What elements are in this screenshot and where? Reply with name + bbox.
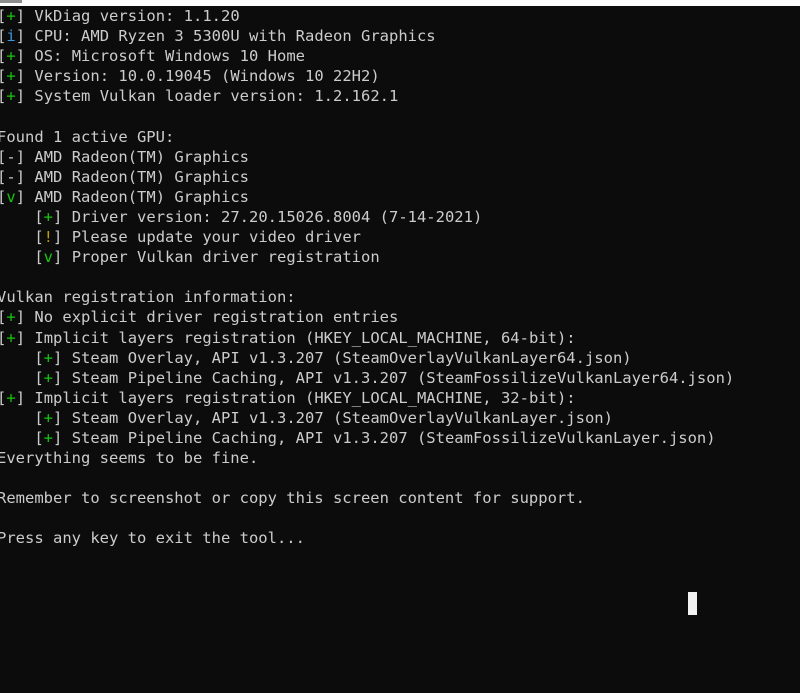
console-line-text: Proper Vulkan driver registration xyxy=(71,248,380,267)
status-glyph-neutral: - xyxy=(6,167,16,186)
console-line: [+] System Vulkan loader version: 1.2.16… xyxy=(0,86,800,106)
bracket-close: ] xyxy=(15,328,26,347)
console-line: [i] CPU: AMD Ryzen 3 5300U with Radeon G… xyxy=(0,26,800,46)
status-glyph-ok: + xyxy=(6,47,16,66)
bracket-open: [ xyxy=(34,228,44,247)
bracket-open: [ xyxy=(34,207,44,226)
console-line-text: AMD Radeon(TM) Graphics xyxy=(34,187,250,206)
console-line: Vulkan registration information: xyxy=(0,287,800,307)
bracket-close: ] xyxy=(15,167,26,186)
console-line: [-] AMD Radeon(TM) Graphics xyxy=(0,167,800,187)
status-glyph-ok: + xyxy=(6,328,16,347)
status-glyph-ok: + xyxy=(43,408,54,427)
status-glyph-ok: + xyxy=(6,7,16,25)
status-glyph-ok: + xyxy=(43,428,54,447)
console-line: [+] OS: Microsoft Windows 10 Home xyxy=(0,46,800,66)
console-line-text: AMD Radeon(TM) Graphics xyxy=(34,147,250,166)
bracket-close: ] xyxy=(15,147,26,166)
console-line: [+] Steam Pipeline Caching, API v1.3.207… xyxy=(0,428,800,448)
status-glyph-ok: v xyxy=(43,248,54,267)
console-line: [+] VkDiag version: 1.1.20 xyxy=(0,6,800,26)
console-line-text: Implicit layers registration (HKEY_LOCAL… xyxy=(34,388,576,407)
bracket-close: ] xyxy=(15,187,26,206)
console-line-text: VkDiag version: 1.1.20 xyxy=(34,7,240,25)
bracket-open: [ xyxy=(34,348,44,367)
console-line: [+] Driver version: 27.20.15026.8004 (7-… xyxy=(0,207,800,227)
console-output: [+] VkDiag version: 1.1.20[i] CPU: AMD R… xyxy=(0,6,800,549)
console-line-text: System Vulkan loader version: 1.2.162.1 xyxy=(34,87,399,106)
bracket-close: ] xyxy=(53,348,63,367)
bracket-open: [ xyxy=(34,408,44,427)
status-glyph-ok: + xyxy=(43,368,54,387)
console-line: [+] Steam Overlay, API v1.3.207 (SteamOv… xyxy=(0,408,800,428)
bracket-open: [ xyxy=(34,248,44,267)
console-line-text: Steam Pipeline Caching, API v1.3.207 (St… xyxy=(71,368,735,387)
bracket-close: ] xyxy=(15,308,26,327)
status-glyph-ok: + xyxy=(6,87,16,106)
console-line: [+] Steam Overlay, API v1.3.207 (SteamOv… xyxy=(0,348,800,368)
console-line-text: Please update your video driver xyxy=(71,228,361,247)
bracket-close: ] xyxy=(53,408,63,427)
console-line: Remember to screenshot or copy this scre… xyxy=(0,488,800,508)
status-glyph-ok: + xyxy=(43,348,54,367)
console-line-text: CPU: AMD Ryzen 3 5300U with Radeon Graph… xyxy=(34,27,436,46)
bracket-close: ] xyxy=(15,7,26,25)
console-line-text: OS: Microsoft Windows 10 Home xyxy=(34,47,305,66)
bracket-close: ] xyxy=(15,27,26,46)
console-line-text: Found 1 active GPU: xyxy=(0,127,175,146)
console-line-text: Version: 10.0.19045 (Windows 10 22H2) xyxy=(34,67,380,86)
status-glyph-ok: + xyxy=(6,388,16,407)
console-window[interactable]: [+] VkDiag version: 1.1.20[i] CPU: AMD R… xyxy=(0,0,800,693)
console-line: [+] Version: 10.0.19045 (Windows 10 22H2… xyxy=(0,66,800,86)
clipped-window-strip-accent xyxy=(0,0,22,3)
console-line: Press any key to exit the tool... xyxy=(0,528,800,548)
console-line-text: Driver version: 27.20.15026.8004 (7-14-2… xyxy=(71,207,483,226)
console-line: [v] Proper Vulkan driver registration xyxy=(0,247,800,267)
bracket-close: ] xyxy=(15,87,26,106)
console-line: Everything seems to be fine. xyxy=(0,448,800,468)
bracket-close: ] xyxy=(53,368,63,387)
bracket-close: ] xyxy=(53,228,63,247)
console-line: [-] AMD Radeon(TM) Graphics xyxy=(0,147,800,167)
bracket-close: ] xyxy=(15,388,26,407)
console-line: [+] Steam Pipeline Caching, API v1.3.207… xyxy=(0,368,800,388)
status-glyph-neutral: - xyxy=(6,147,16,166)
console-line-text: Steam Overlay, API v1.3.207 (SteamOverla… xyxy=(71,348,632,367)
status-glyph-ok: + xyxy=(6,67,16,86)
bracket-close: ] xyxy=(15,67,26,86)
bracket-close: ] xyxy=(53,428,63,447)
console-line: [+] Implicit layers registration (HKEY_L… xyxy=(0,388,800,408)
console-line: [v] AMD Radeon(TM) Graphics xyxy=(0,187,800,207)
status-glyph-warn: ! xyxy=(43,228,54,247)
bracket-close: ] xyxy=(53,248,63,267)
console-line-text: AMD Radeon(TM) Graphics xyxy=(34,167,250,186)
console-line-text: Everything seems to be fine. xyxy=(0,449,259,468)
console-line: [!] Please update your video driver xyxy=(0,227,800,247)
console-line-text: Remember to screenshot or copy this scre… xyxy=(0,489,585,508)
block-cursor xyxy=(688,592,697,615)
console-line-text: Steam Pipeline Caching, API v1.3.207 (St… xyxy=(71,428,716,447)
console-line-text: Implicit layers registration (HKEY_LOCAL… xyxy=(34,328,576,347)
console-line-text: Vulkan registration information: xyxy=(0,288,296,307)
bracket-close: ] xyxy=(53,207,63,226)
bracket-close: ] xyxy=(15,47,26,66)
console-line-text: Steam Overlay, API v1.3.207 (SteamOverla… xyxy=(71,408,613,427)
console-line: Found 1 active GPU: xyxy=(0,127,800,147)
console-line: [+] Implicit layers registration (HKEY_L… xyxy=(0,328,800,348)
status-glyph-info: i xyxy=(6,27,16,46)
status-glyph-ok: v xyxy=(6,187,16,206)
console-line: [+] No explicit driver registration entr… xyxy=(0,307,800,327)
bracket-open: [ xyxy=(34,368,44,387)
status-glyph-ok: + xyxy=(43,207,54,226)
bracket-open: [ xyxy=(34,428,44,447)
console-line-text: No explicit driver registration entries xyxy=(34,308,399,327)
status-glyph-ok: + xyxy=(6,308,16,327)
console-line-text: Press any key to exit the tool... xyxy=(0,529,305,548)
